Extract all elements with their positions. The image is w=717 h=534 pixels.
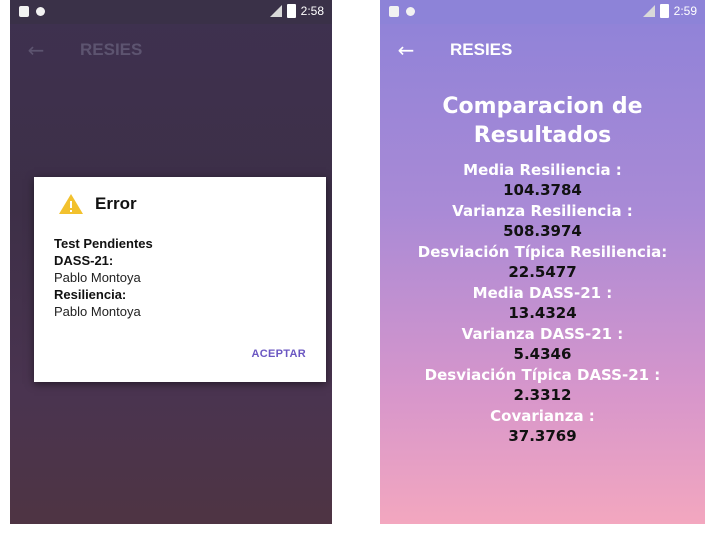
- signal-icon: [642, 5, 655, 17]
- notification-icon: [389, 6, 399, 17]
- back-arrow-icon[interactable]: ←: [386, 38, 426, 62]
- result-value: 508.3974: [503, 222, 582, 240]
- back-arrow-icon[interactable]: ←: [16, 38, 56, 62]
- result-value: 104.3784: [503, 181, 582, 199]
- results-title: Comparacion de Resultados: [442, 94, 643, 148]
- result-label: Covarianza :: [490, 407, 595, 425]
- result-item: Desviación Típica DASS-21 : 2.3312: [380, 365, 705, 406]
- status-time: 2:59: [673, 4, 697, 18]
- result-label: Media DASS-21 :: [472, 284, 613, 302]
- dialog-line-resiliencia-user: Pablo Montoya: [54, 304, 141, 319]
- accept-button[interactable]: ACEPTAR: [252, 348, 306, 360]
- result-value: 37.3769: [508, 427, 577, 445]
- app-title: RESIES: [450, 40, 513, 59]
- result-item: Varianza Resiliencia : 508.3974: [380, 201, 705, 242]
- result-item: Media Resiliencia : 104.3784: [380, 160, 705, 201]
- battery-icon: [659, 4, 669, 18]
- result-label: Media Resiliencia :: [463, 161, 622, 179]
- signal-icon: [269, 5, 282, 17]
- dialog-line-dass: DASS-21:: [54, 253, 114, 268]
- result-value: 22.5477: [508, 263, 577, 281]
- status-time: 2:58: [300, 4, 324, 18]
- error-dialog: Error Test Pendientes DASS-21: Pablo Mon…: [34, 177, 326, 382]
- result-label: Varianza DASS-21 :: [461, 325, 624, 343]
- result-label: Varianza Resiliencia :: [452, 202, 633, 220]
- app-bar: ← RESIES: [10, 24, 332, 76]
- notification-dot-icon: [36, 7, 45, 16]
- notification-dot-icon: [406, 7, 415, 16]
- dialog-message: Test Pendientes DASS-21: Pablo Montoya R…: [54, 235, 153, 320]
- dialog-line-pending: Test Pendientes: [54, 236, 153, 251]
- status-bar: 2:59: [380, 0, 705, 24]
- status-bar: 2:58: [10, 0, 332, 24]
- notification-icon: [19, 6, 29, 17]
- battery-icon: [286, 4, 296, 18]
- app-title: RESIES: [80, 40, 143, 59]
- result-item: Varianza DASS-21 : 5.4346: [380, 324, 705, 365]
- result-item: Desviación Típica Resiliencia: 22.5477: [380, 242, 705, 283]
- warning-icon: [59, 194, 83, 214]
- phone-screen-error: 2:58 ← RESIES Error Test Pendientes DASS…: [10, 0, 332, 524]
- phone-screen-results: 2:59 ← RESIES Comparacion de Resultados …: [380, 0, 705, 524]
- result-value: 5.4346: [513, 345, 572, 363]
- result-label: Desviación Típica DASS-21 :: [424, 366, 661, 384]
- dialog-line-resiliencia: Resiliencia:: [54, 287, 127, 302]
- result-value: 13.4324: [508, 304, 577, 322]
- app-bar: ← RESIES: [380, 24, 705, 76]
- result-label: Desviación Típica Resiliencia:: [417, 243, 668, 261]
- results-panel: Comparacion de Resultados Media Resilien…: [380, 92, 705, 447]
- dialog-title: Error: [95, 194, 137, 213]
- result-item: Covarianza : 37.3769: [380, 406, 705, 447]
- dialog-line-dass-user: Pablo Montoya: [54, 270, 141, 285]
- result-value: 2.3312: [513, 386, 572, 404]
- result-item: Media DASS-21 : 13.4324: [380, 283, 705, 324]
